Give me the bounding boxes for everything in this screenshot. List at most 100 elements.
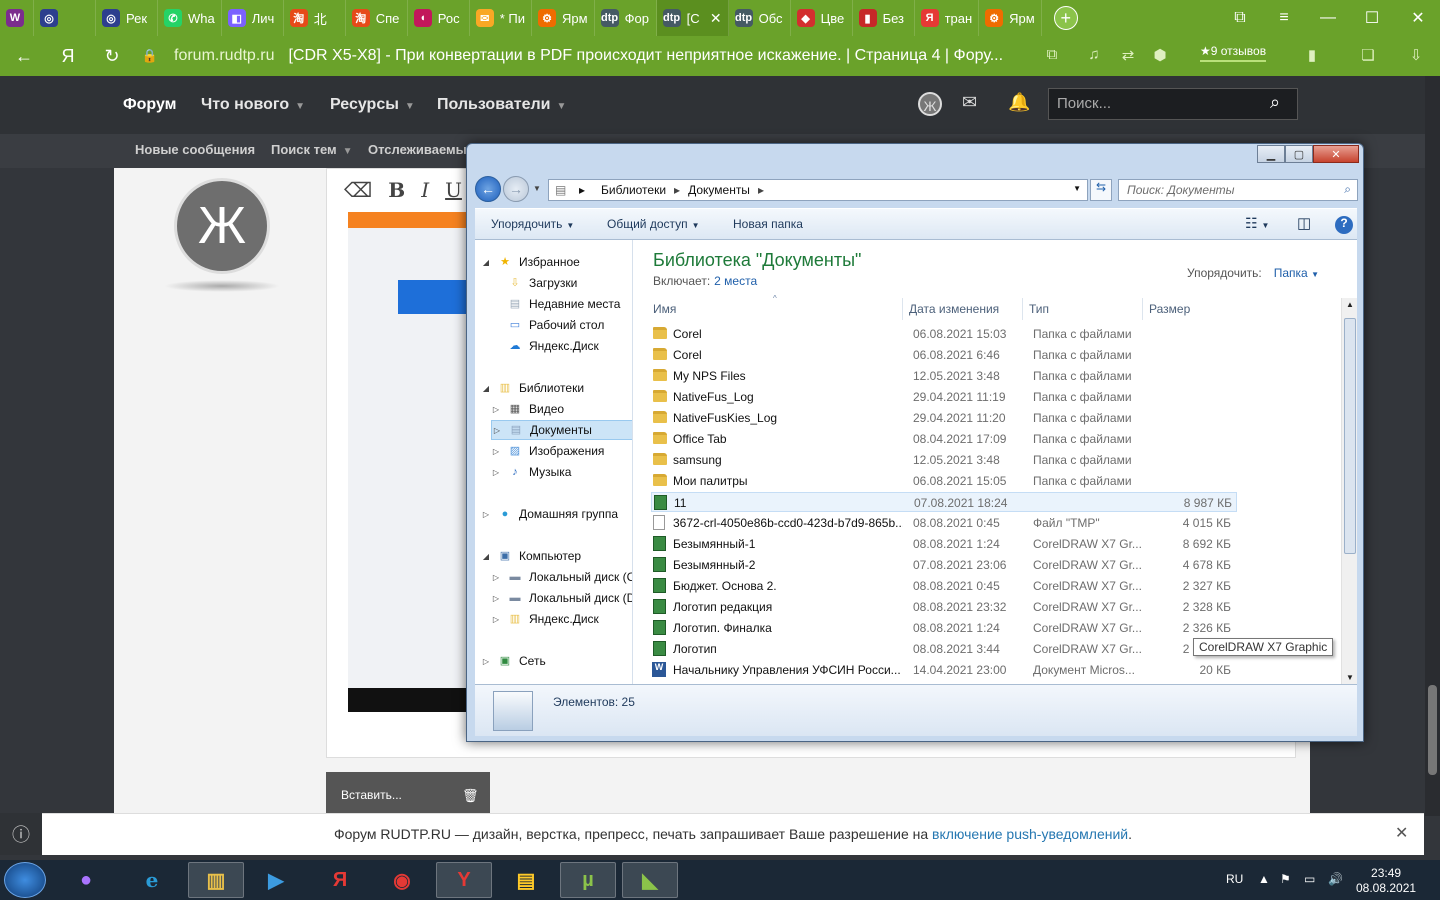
nav-whats-new[interactable]: Что нового ▼ [201, 96, 305, 114]
bell-icon[interactable]: 🔔 [1008, 92, 1030, 113]
file-row[interactable]: Безымянный-2 07.08.2021 23:06 CorelDRAW X7… [651, 555, 1237, 575]
breadcrumb-libraries[interactable]: Библиотеки [601, 183, 666, 197]
close-icon[interactable]: ✕ [1395, 823, 1408, 843]
browser-tab[interactable]: ✆ Wha [158, 0, 222, 36]
organize-button[interactable]: Упорядочить ▼ [491, 217, 574, 231]
eraser-icon[interactable]: ⌫ [344, 178, 372, 203]
italic-icon[interactable]: I [421, 178, 429, 203]
inbox-icon[interactable]: ✉ [962, 92, 977, 113]
archive-icon[interactable]: ▤ [498, 862, 554, 898]
address-dropdown-icon[interactable]: ▼ [1073, 184, 1081, 193]
nav-tree-item[interactable]: ▷ ▤ Документы [491, 420, 632, 440]
internet-explorer-icon[interactable]: e [124, 862, 180, 898]
menu-icon[interactable]: ≡ [1262, 0, 1306, 36]
volume-icon[interactable]: 🔊 [1328, 872, 1343, 886]
url-domain[interactable]: forum.rudtp.ru [174, 47, 274, 65]
file-explorer-icon[interactable]: ▥ [188, 862, 244, 898]
tree-expand-icon[interactable]: ▷ [491, 573, 501, 582]
nav-tree-item[interactable]: ▷ ▣ Сеть [481, 651, 546, 671]
extension-icon[interactable]: ⬢ [1150, 46, 1170, 66]
back-icon[interactable]: ← [475, 176, 501, 202]
browser-tab[interactable]: ◖ Рос [408, 0, 470, 36]
url-page-title[interactable]: [CDR X5-X8] - При конвертации в PDF прои… [288, 47, 1003, 65]
new-folder-button[interactable]: Новая папка [733, 217, 803, 231]
yandex-icon[interactable]: Я [312, 862, 368, 898]
page-scrollbar-thumb[interactable] [1428, 685, 1437, 775]
column-type[interactable]: Тип [1023, 298, 1143, 320]
file-row[interactable]: samsung 12.05.2021 3:48 Папка с файлами [651, 450, 1237, 470]
tab-manager-icon[interactable]: ⧉ [1218, 0, 1262, 36]
tree-expand-icon[interactable]: ◢ [481, 384, 491, 393]
alice-icon[interactable]: ● [58, 862, 114, 898]
browser-tab[interactable]: dtp Фор [595, 0, 657, 36]
push-notice-link[interactable]: включение push-уведомлений [932, 826, 1128, 842]
tabs-icon[interactable]: ⧉ [1042, 46, 1062, 66]
recorder-icon[interactable]: ◉ [374, 862, 430, 898]
search-icon[interactable]: ⌕ [1270, 92, 1280, 113]
nav-tree-item[interactable]: ▷ ▨ Изображения [491, 441, 605, 461]
column-size[interactable]: Размер [1143, 298, 1223, 320]
help-icon[interactable]: ? [1335, 216, 1353, 234]
media-player-icon[interactable]: ▶ [248, 862, 304, 898]
start-button[interactable] [4, 862, 46, 898]
file-row[interactable]: Office Tab 08.04.2021 17:09 Папка с файлам… [651, 429, 1237, 449]
browser-tab[interactable]: 淘 Спе [346, 0, 408, 36]
clock[interactable]: 23:49 08.08.2021 [1356, 866, 1416, 896]
nav-tree-item[interactable]: ⇩ Загрузки [491, 273, 577, 293]
explorer-maximize-button[interactable]: ▢ [1285, 145, 1313, 163]
user-avatar-icon[interactable]: Ж [918, 92, 942, 116]
lock-icon[interactable]: 🔒 [134, 40, 166, 72]
coreldraw-icon[interactable]: ◣ [622, 862, 678, 898]
file-row[interactable]: 3672-crl-4050e86b-ccd0-423d-b7d9-865b...… [651, 513, 1237, 533]
nav-forum[interactable]: Форум [123, 96, 177, 114]
file-row[interactable]: 11 07.08.2021 18:24 8 987 КБ [651, 492, 1237, 512]
browser-tab[interactable]: ◧ Лич [222, 0, 284, 36]
close-window-button[interactable]: ✕ [1396, 0, 1440, 36]
reload-icon[interactable]: ↻ [96, 40, 128, 72]
arrange-dropdown[interactable]: Папка ▼ [1274, 266, 1319, 280]
browser-tab[interactable]: 淘北 [284, 0, 346, 36]
subnav-search-threads[interactable]: Поиск тем ▼ [271, 142, 353, 157]
yandex-browser-icon[interactable]: Y [436, 862, 492, 898]
nav-tree-item[interactable]: ▷ ● Домашняя группа [481, 504, 618, 524]
browser-tab[interactable]: ▮ Без [853, 0, 915, 36]
browser-tab[interactable]: ⚙ Ярм [532, 0, 595, 36]
tree-expand-icon[interactable]: ▷ [491, 594, 501, 603]
browser-tab[interactable]: ◆ Цве [791, 0, 853, 36]
yandex-icon[interactable]: Я [52, 40, 84, 72]
tree-expand-icon[interactable]: ▷ [491, 405, 501, 414]
headphones-icon[interactable]: ♫ [1084, 46, 1104, 66]
explorer-address-field[interactable]: ▤ ▸ Библиотеки ▸ Документы ▸ ▼ [548, 179, 1088, 201]
nav-tree-item[interactable]: ◢ ★ Избранное [481, 252, 580, 272]
nav-tree-item[interactable]: ▭ Рабочий стол [491, 315, 605, 335]
language-indicator[interactable]: RU [1226, 872, 1243, 886]
trash-icon[interactable]: 🗑 [462, 788, 479, 804]
nav-tree-item[interactable]: ▷ ▬ Локальный диск (C [491, 567, 632, 587]
tree-expand-icon[interactable]: ▷ [481, 657, 491, 666]
file-row[interactable]: Логотип редакция 08.08.2021 23:32 CorelDRA… [651, 597, 1237, 617]
file-row[interactable]: Бюджет. Основа 2. 08.08.2021 0:45 CorelDRA… [651, 576, 1237, 596]
file-row[interactable]: Мои палитры 06.08.2021 15:05 Папка с файла… [651, 471, 1237, 491]
translate-icon[interactable]: ⇄ [1118, 46, 1138, 66]
preview-pane-icon[interactable]: ◫ [1297, 214, 1311, 232]
avatar[interactable]: Ж [174, 178, 270, 274]
browser-tab[interactable]: ◎ Рек [96, 0, 158, 36]
subnav-watched[interactable]: Отслеживаемые [368, 142, 474, 157]
file-row[interactable]: Corel 06.08.2021 6:46 Папка с файлами [651, 345, 1237, 365]
file-row[interactable]: NativeFusKies_Log 29.04.2021 11:20 Папка с… [651, 408, 1237, 428]
browser-tab[interactable]: dtp [C ✕ [656, 0, 729, 36]
nav-tree-item[interactable]: ▷ ▦ Видео [491, 399, 564, 419]
tray-flag-icon[interactable]: ⚑ [1280, 872, 1291, 886]
minimize-button[interactable]: — [1306, 0, 1350, 36]
tab-close-icon[interactable]: ✕ [710, 10, 722, 27]
insert-button[interactable]: Вставить... [341, 788, 402, 802]
tree-expand-icon[interactable]: ◢ [481, 258, 491, 267]
file-row[interactable]: NativeFus_Log 29.04.2021 11:19 Папка с фай… [651, 387, 1237, 407]
maximize-button[interactable]: ☐ [1350, 0, 1394, 36]
refresh-icon[interactable]: ⇆ [1090, 179, 1112, 201]
browser-tab[interactable]: dtp Обс [729, 0, 791, 36]
bold-icon[interactable]: B [388, 178, 405, 203]
browser-tab[interactable]: ◎ [34, 0, 96, 36]
collections-icon[interactable]: ❏ [1358, 46, 1378, 66]
file-row[interactable]: W Начальнику Управления УФСИН Росси... 14.… [651, 660, 1237, 680]
